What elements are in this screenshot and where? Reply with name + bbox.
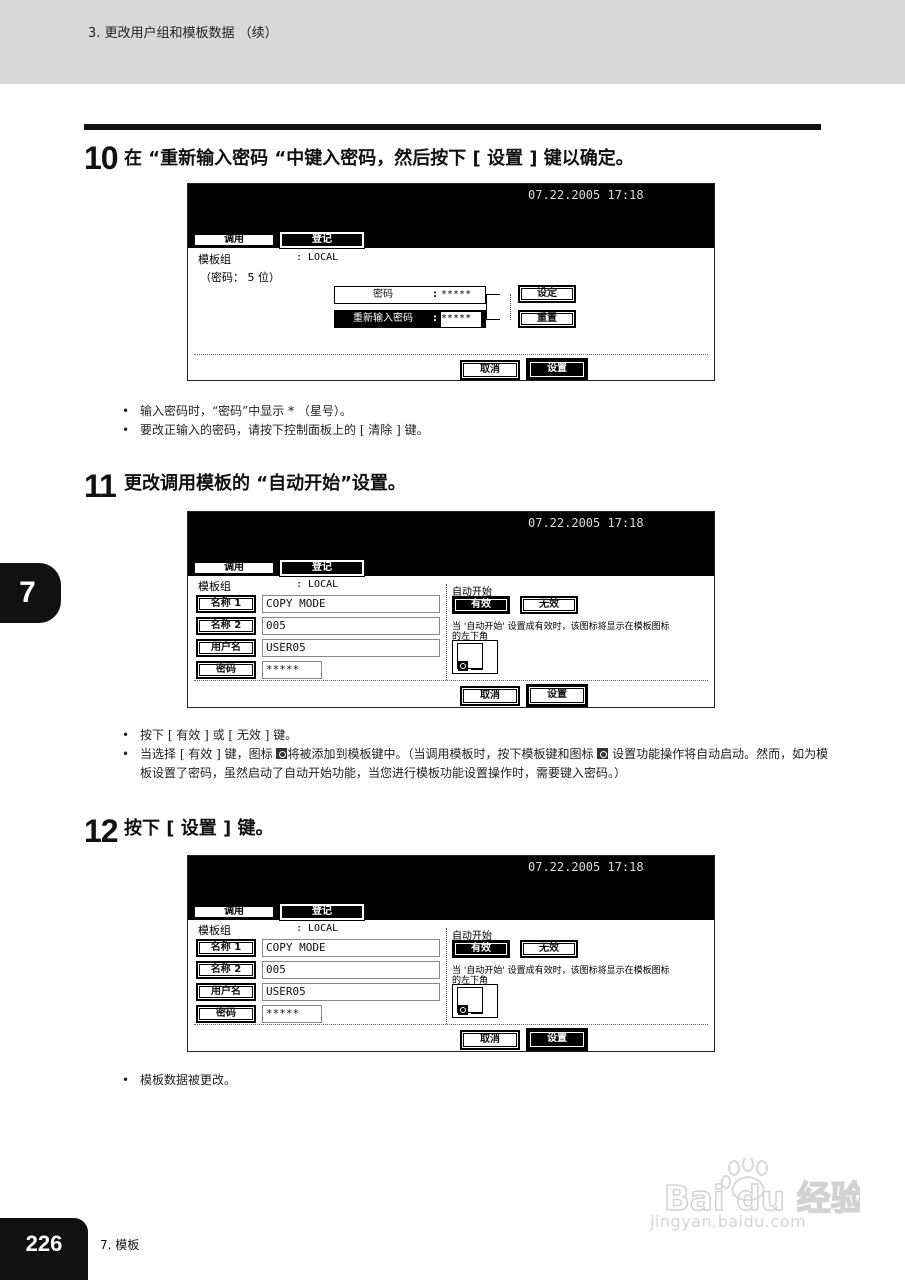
name1-field[interactable]: COPY MODE [262,939,440,957]
step-number: 11 [84,468,117,504]
tab-call[interactable]: 调用 [192,904,276,920]
step-number: 10 [84,140,119,176]
reenter-password-colon: : [433,313,437,324]
datetime: 07.22.2005 17:18 [528,860,644,874]
name2-button[interactable]: 名称 2 [196,617,256,635]
password-field[interactable]: ***** [262,661,322,679]
datetime: 07.22.2005 17:18 [528,188,644,202]
tab-register[interactable]: 登记 [279,559,365,577]
connector-bracket [486,294,500,320]
user-name-field[interactable]: USER05 [262,639,440,657]
screen-step-10: 07.22.2005 17:18 调用 登记 模板组 : LOCAL （密码： … [187,183,715,381]
note-item: 要改正输入的密码，请按下控制面板上的 [ 清除 ] 键。 [120,421,830,440]
template-preview [452,640,498,674]
note-text: 当选择 [ 有效 ] 键，图标 [140,747,273,761]
auto-start-icon [597,748,609,759]
set-button[interactable]: 设置 [526,358,588,380]
user-name-button[interactable]: 用户名 [196,983,256,1001]
template-group-label: 模板组 [198,253,231,266]
template-group-value: : LOCAL [296,579,339,590]
divider [194,1024,708,1025]
name1-button[interactable]: 名称 1 [196,939,256,957]
password-colon: : [433,289,437,300]
password-value: ***** [441,289,472,300]
template-preview [452,984,498,1018]
screen-step-11: 07.22.2005 17:18 调用 登记 模板组 : LOCAL 名称 1 … [187,511,715,708]
name1-field[interactable]: COPY MODE [262,595,440,613]
set-button[interactable]: 设置 [526,684,588,707]
reenter-password-row[interactable]: 重新输入密码 : ***** [334,310,486,328]
name2-field[interactable]: 005 [262,961,440,979]
user-name-field[interactable]: USER05 [262,983,440,1001]
page-number: 226 [0,1218,88,1280]
step-instruction: 更改调用模板的 “自动开始”设置。 [124,473,406,494]
tab-call[interactable]: 调用 [192,560,276,576]
step-12-notes: 模板数据被更改。 [120,1071,830,1090]
screen-step-12: 07.22.2005 17:18 调用 登记 模板组 : LOCAL 名称 1 … [187,855,715,1052]
template-group-label: 模板组 [198,924,231,937]
reset-button[interactable]: 重置 [518,310,576,328]
tab-register[interactable]: 登记 [279,231,365,249]
note-item: 按下 [ 有效 ] 或 [ 无效 ] 键。 [120,726,830,745]
section-divider [446,928,447,1024]
cancel-button[interactable]: 取消 [460,1030,520,1050]
watermark-url: jingyan.baidu.com [650,1212,807,1231]
datetime: 07.22.2005 17:18 [528,516,644,530]
header-title: 3. 更改用户组和模板数据 （续） [88,26,278,41]
password-button[interactable]: 密码 [196,1005,256,1023]
section-divider [446,584,447,680]
step-instruction: 在 “重新输入密码 “中键入密码，然后按下 [ 设置 ] 键以确定。 [124,148,634,169]
template-group-value: : LOCAL [296,252,339,263]
screen-top-bar: 07.22.2005 17:18 调用 登记 [188,512,714,577]
valid-button[interactable]: 有效 [452,940,510,958]
password-field[interactable]: ***** [262,1005,322,1023]
note-item: 模板数据被更改。 [120,1071,830,1090]
password-hint: （密码： 5 位） [200,271,280,284]
name2-button[interactable]: 名称 2 [196,961,256,979]
step-11-notes: 按下 [ 有效 ] 或 [ 无效 ] 键。 当选择 [ 有效 ] 键，图标 将被… [120,726,830,783]
cancel-button[interactable]: 取消 [460,360,520,380]
invalid-button[interactable]: 无效 [520,596,578,614]
preview-line [471,669,483,670]
screen-top-bar: 07.22.2005 17:18 调用 登记 [188,184,714,249]
name1-button[interactable]: 名称 1 [196,595,256,613]
cancel-button[interactable]: 取消 [460,686,520,706]
reenter-password-label: 重新输入密码 [353,313,413,324]
note-text: 将被添加到模板键中。（当调用模板时，按下模板键和图标 [287,747,594,761]
tab-call[interactable]: 调用 [192,232,276,248]
invalid-button[interactable]: 无效 [520,940,578,958]
note-item: 当选择 [ 有效 ] 键，图标 将被添加到模板键中。（当调用模板时，按下模板键和… [120,745,830,783]
section-rule [84,124,821,130]
page-header: 3. 更改用户组和模板数据 （续） [0,0,905,84]
template-group-value: : LOCAL [296,923,339,934]
step-number: 12 [84,813,119,849]
divider [194,680,708,681]
valid-button[interactable]: 有效 [452,596,510,614]
note-item: 输入密码时，“密码”中显示 * （星号）。 [120,402,830,421]
password-label: 密码 [373,289,393,300]
template-group-label: 模板组 [198,580,231,593]
password-button[interactable]: 密码 [196,661,256,679]
divider [194,354,708,355]
name2-field[interactable]: 005 [262,617,440,635]
screen-top-bar: 07.22.2005 17:18 调用 登记 [188,856,714,921]
auto-start-icon [276,748,288,759]
preview-line [471,1013,483,1014]
footer-section: 7. 模板 [100,1238,140,1252]
reenter-password-value: ***** [441,312,481,327]
user-name-button[interactable]: 用户名 [196,639,256,657]
step-10-notes: 输入密码时，“密码”中显示 * （星号）。 要改正输入的密码，请按下控制面板上的… [120,402,830,440]
auto-start-icon [458,1005,468,1015]
step-instruction: 按下 [ 设置 ] 键。 [124,818,274,839]
auto-start-icon [458,661,468,671]
baidu-watermark-logo: Bai du 经验 [663,1158,860,1218]
setting-button[interactable]: 设定 [518,285,576,303]
chapter-tab: 7 [0,563,61,623]
set-button[interactable]: 设置 [526,1028,588,1051]
tab-register[interactable]: 登记 [279,903,365,921]
connector-dash [510,294,511,320]
password-row[interactable]: 密码 : ***** [334,286,486,304]
